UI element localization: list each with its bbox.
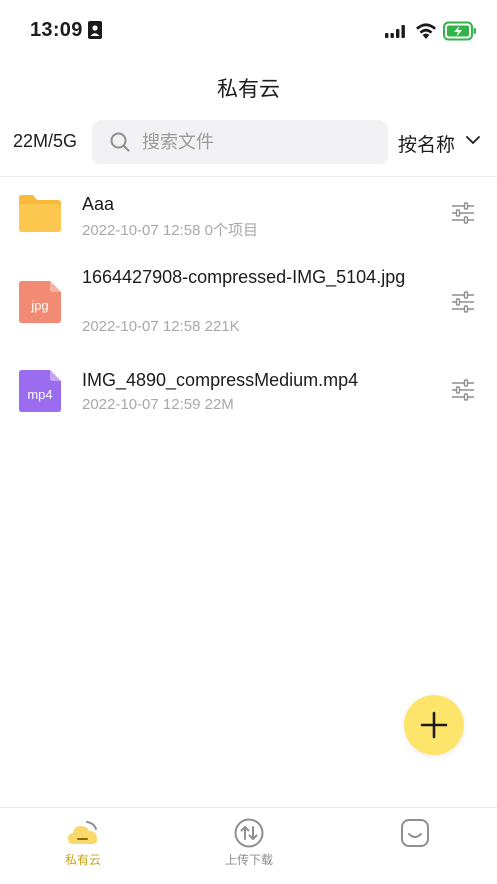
chevron-down-icon[interactable] bbox=[466, 135, 480, 145]
list-item[interactable]: Aaa 2022-10-07 12:58 0个项目 bbox=[0, 177, 497, 245]
toolbar: 22M/5G 按名称 bbox=[0, 118, 497, 166]
cloud-icon bbox=[68, 821, 98, 844]
file-name: IMG_4890_compressMedium.mp4 bbox=[82, 370, 359, 390]
face-icon bbox=[401, 819, 429, 847]
file-type-label: mp4 bbox=[27, 387, 52, 402]
file-info: 22M bbox=[204, 396, 234, 413]
add-button[interactable] bbox=[404, 695, 464, 755]
battery-charging-icon bbox=[443, 21, 476, 41]
wifi-icon bbox=[416, 23, 436, 39]
file-info: 0个项目 bbox=[204, 222, 258, 239]
jpg-file-icon: jpg bbox=[19, 281, 61, 323]
file-type-label: jpg bbox=[30, 298, 48, 313]
storage-usage: 22M/5G bbox=[13, 131, 78, 151]
search-bar[interactable] bbox=[92, 120, 388, 164]
file-info: 221K bbox=[204, 318, 240, 335]
file-date: 2022-10-07 12:58 bbox=[82, 222, 201, 239]
file-name: 1664427908-compressed-IMG_5104.jpg bbox=[82, 267, 406, 287]
file-date: 2022-10-07 12:59 bbox=[82, 396, 201, 413]
tab-profile[interactable] bbox=[332, 808, 497, 884]
status-time: 13:09 bbox=[30, 19, 83, 41]
search-input[interactable] bbox=[142, 120, 372, 164]
search-icon bbox=[110, 132, 130, 152]
options-sliders-icon[interactable] bbox=[451, 202, 475, 224]
options-sliders-icon[interactable] bbox=[451, 291, 475, 313]
status-bar: 13:09 bbox=[0, 0, 497, 62]
transfer-icon bbox=[234, 818, 264, 848]
mp4-file-icon: mp4 bbox=[19, 370, 61, 412]
file-name: Aaa bbox=[82, 194, 115, 214]
sort-dropdown[interactable]: 按名称 bbox=[398, 130, 455, 157]
file-meta: 2022-10-07 12:59 22M bbox=[82, 396, 234, 413]
list-item[interactable]: jpg 1664427908-compressed-IMG_5104.jpg 2… bbox=[0, 255, 497, 349]
file-date: 2022-10-07 12:58 bbox=[82, 318, 201, 335]
plus-icon bbox=[420, 711, 448, 739]
file-meta: 2022-10-07 12:58 0个项目 bbox=[82, 219, 258, 240]
signal-icon bbox=[385, 25, 405, 38]
tab-label: 私有云 bbox=[64, 853, 101, 867]
tab-upload-download[interactable]: 上传下载 bbox=[166, 808, 332, 884]
contact-card-icon bbox=[88, 21, 102, 39]
page-title: 私有云 bbox=[217, 78, 280, 101]
list-item[interactable]: mp4 IMG_4890_compressMedium.mp4 2022-10-… bbox=[0, 359, 497, 423]
tab-private-cloud[interactable]: 私有云 bbox=[0, 808, 166, 884]
file-meta: 2022-10-07 12:58 221K bbox=[82, 318, 240, 335]
tab-bar: 私有云 上传下载 bbox=[0, 807, 497, 884]
tab-label: 上传下载 bbox=[224, 853, 273, 867]
folder-icon bbox=[19, 195, 61, 232]
options-sliders-icon[interactable] bbox=[451, 379, 475, 401]
